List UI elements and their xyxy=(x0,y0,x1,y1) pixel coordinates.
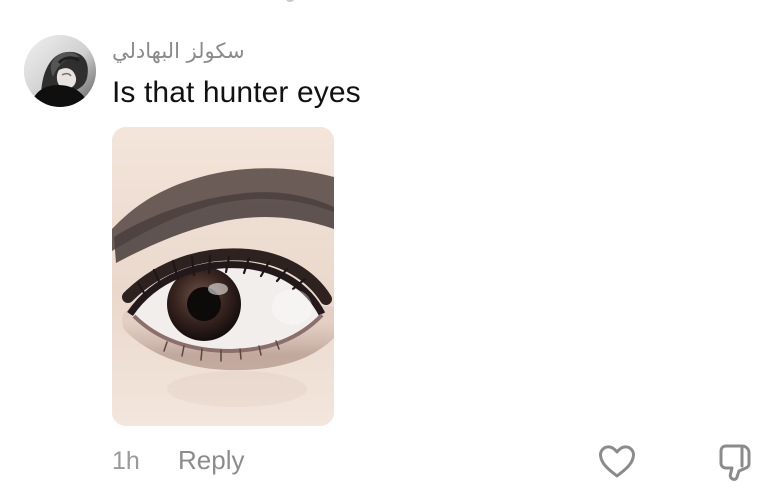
dislike-button[interactable] xyxy=(718,441,756,481)
avatar-image xyxy=(24,35,96,107)
comment-time: 1h xyxy=(112,447,140,475)
heart-icon xyxy=(599,445,635,478)
thumbs-down-icon xyxy=(719,444,751,481)
comment-text: Is that hunter eyes xyxy=(112,76,361,109)
comment-image[interactable] xyxy=(112,127,334,426)
top-divider-fragment xyxy=(286,0,294,2)
eye-image xyxy=(112,127,334,426)
reply-button[interactable]: Reply xyxy=(178,445,244,476)
avatar[interactable] xyxy=(24,35,96,107)
comment-author-name: سكولز البهادلي xyxy=(112,39,245,63)
comment-screen: سكولز البهادلي Is that hunter eyes 1h Re… xyxy=(0,0,784,500)
like-button[interactable] xyxy=(598,444,636,480)
